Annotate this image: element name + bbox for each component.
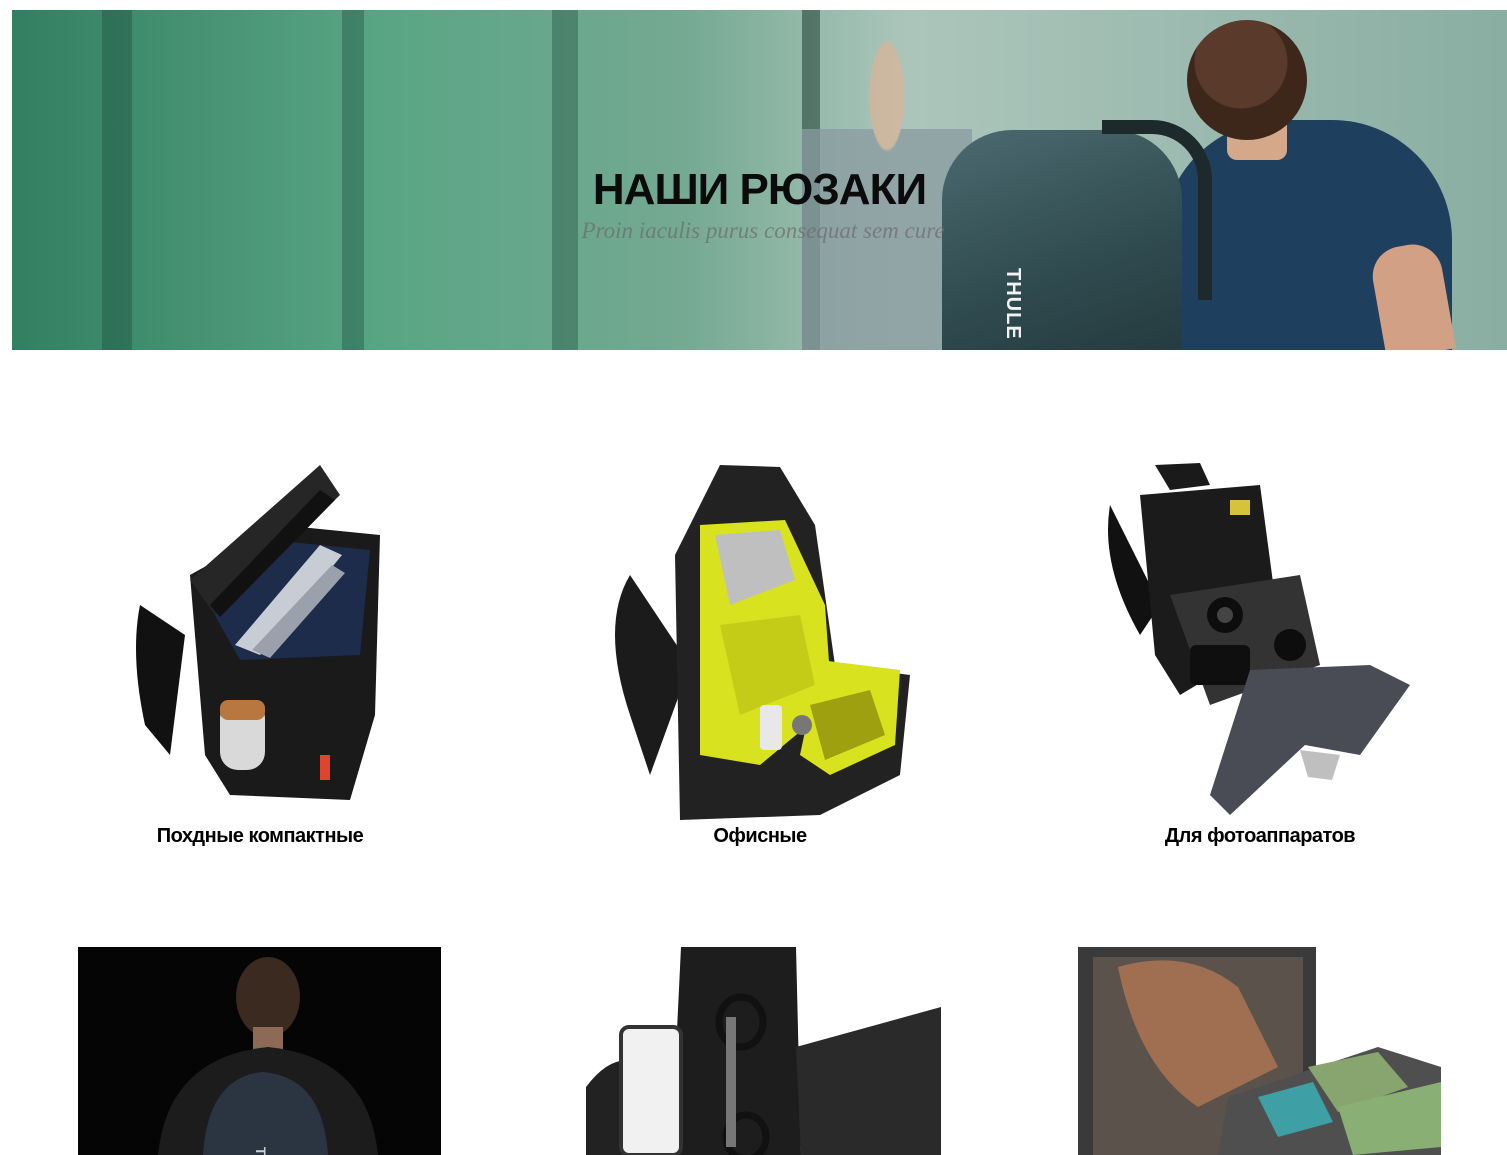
category-label[interactable]: Для фотоаппаратов — [1070, 825, 1450, 848]
open-luggage-icon — [1078, 947, 1441, 1155]
office-backpack-icon — [615, 465, 910, 820]
office-backpack-image[interactable] — [570, 455, 950, 825]
category-label[interactable]: Похдные компактные — [70, 825, 450, 848]
man-with-backpack-image[interactable]: THULE — [78, 947, 441, 1155]
category-card-office[interactable]: Офисные — [570, 455, 950, 847]
man-with-backpack-icon: THULE — [158, 957, 378, 1155]
category-card-camera[interactable]: Для фотоаппаратов — [1070, 455, 1450, 847]
category-card-hiking[interactable]: Похдные компактные — [70, 455, 450, 847]
page-title: НАШИ РЮЗАКИ — [592, 165, 927, 214]
svg-text:THULE: THULE — [253, 1147, 269, 1155]
backpack-pockets-image[interactable] — [586, 947, 941, 1155]
brand-logo: THULE — [1002, 268, 1024, 340]
category-label[interactable]: Офисные — [570, 825, 950, 848]
woman-head — [1187, 20, 1307, 140]
page-subtitle: Proin iaculis purus consequat sem cure — [581, 218, 945, 243]
hiking-backpack-image[interactable] — [70, 455, 450, 825]
camera-backpack-icon — [1108, 463, 1410, 815]
camera-backpack-image[interactable] — [1070, 455, 1450, 825]
hiking-backpack-icon — [136, 465, 380, 800]
open-luggage-image[interactable] — [1078, 947, 1441, 1155]
backpack-pockets-icon — [586, 947, 941, 1155]
